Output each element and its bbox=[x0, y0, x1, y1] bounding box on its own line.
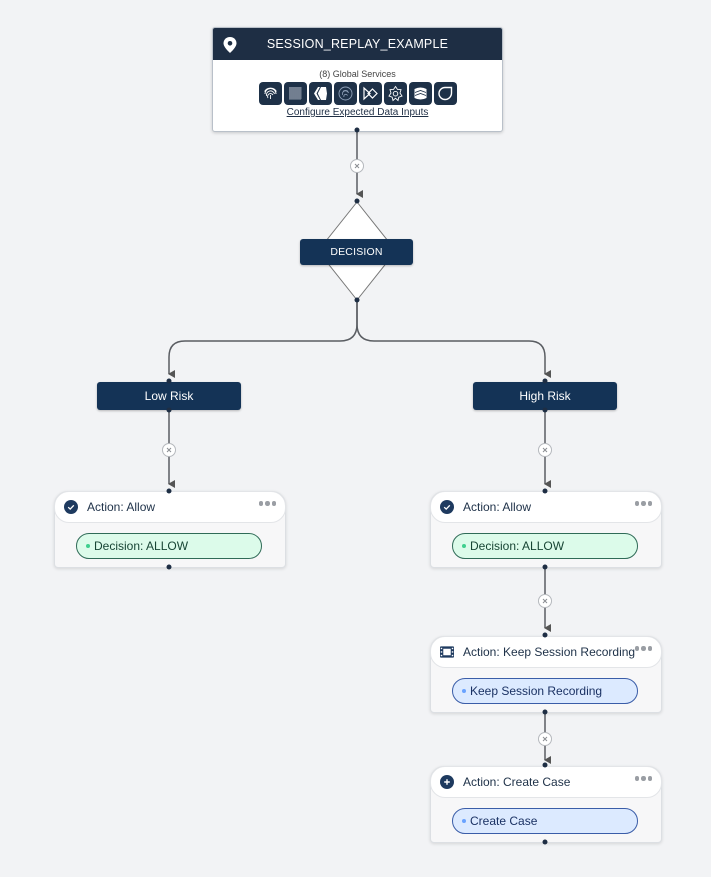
edge-delete-handle bbox=[538, 443, 552, 457]
edge-delete-handle bbox=[162, 443, 176, 457]
decision-pill: Decision: ALLOW bbox=[452, 533, 638, 559]
action-card-create-case[interactable]: Action: Create Case Create Case bbox=[430, 766, 662, 843]
more-options-icon[interactable] bbox=[258, 501, 276, 506]
fingerprint-icon[interactable] bbox=[258, 82, 282, 105]
start-node[interactable]: SESSION_REPLAY_EXAMPLE (8) Global Servic… bbox=[212, 27, 503, 132]
edge-delete-handle bbox=[538, 594, 552, 608]
branch-high-risk[interactable]: High Risk bbox=[473, 382, 617, 410]
fingerprint-badge-icon[interactable] bbox=[333, 82, 357, 105]
leaf-icon[interactable] bbox=[433, 82, 457, 105]
check-circle-icon bbox=[64, 500, 78, 514]
action-card-keep-session-recording[interactable]: Action: Keep Session Recording Keep Sess… bbox=[430, 636, 662, 713]
more-options-icon[interactable] bbox=[634, 646, 652, 651]
action-title: Action: Create Case bbox=[463, 775, 571, 789]
stacked-chevron-icon[interactable] bbox=[408, 82, 432, 105]
check-circle-icon bbox=[440, 500, 454, 514]
more-options-icon[interactable] bbox=[634, 501, 652, 506]
action-pill: Keep Session Recording bbox=[452, 678, 638, 704]
decision-pill: Decision: ALLOW bbox=[76, 533, 262, 559]
plus-circle-icon bbox=[440, 775, 454, 789]
film-icon bbox=[440, 645, 454, 659]
configure-data-inputs-link[interactable]: Configure Expected Data Inputs bbox=[213, 107, 502, 118]
workflow-title: SESSION_REPLAY_EXAMPLE bbox=[266, 37, 449, 51]
services-count: (8) Global Services bbox=[319, 69, 396, 79]
edge-decision-high bbox=[356, 301, 551, 378]
action-title: Action: Keep Session Recording bbox=[463, 645, 636, 659]
edge-decision-low bbox=[168, 301, 358, 378]
action-card-allow-low[interactable]: Action: Allow Decision: ALLOW bbox=[54, 491, 286, 568]
branch-low-risk[interactable]: Low Risk bbox=[97, 382, 241, 410]
action-card-allow-high[interactable]: Action: Allow Decision: ALLOW bbox=[430, 491, 662, 568]
grid-icon[interactable] bbox=[283, 82, 307, 105]
more-options-icon[interactable] bbox=[634, 776, 652, 781]
gear-star-icon[interactable] bbox=[383, 82, 407, 105]
services-icons bbox=[213, 82, 502, 105]
action-title: Action: Allow bbox=[463, 500, 532, 514]
edge-delete-handle bbox=[350, 159, 364, 173]
action-pill: Create Case bbox=[452, 808, 638, 834]
decision-node[interactable]: DECISION bbox=[300, 239, 413, 265]
bowtie-icon[interactable] bbox=[358, 82, 382, 105]
action-title: Action: Allow bbox=[87, 500, 156, 514]
map-pin-icon bbox=[223, 37, 237, 53]
chevron-hexagon-icon[interactable] bbox=[308, 82, 332, 105]
start-node-header: SESSION_REPLAY_EXAMPLE bbox=[213, 28, 502, 60]
edge-delete-handle bbox=[538, 732, 552, 746]
